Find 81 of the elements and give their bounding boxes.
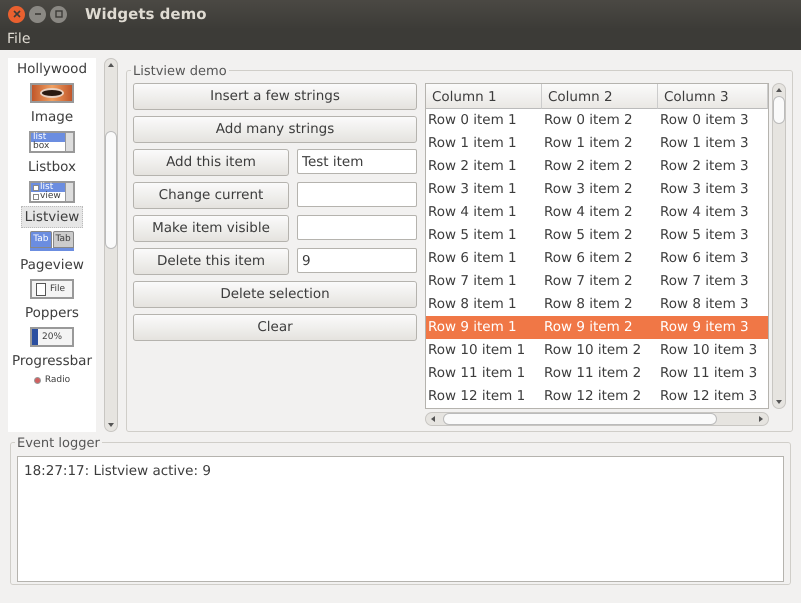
table-cell[interactable]: Row 10 item 3 xyxy=(658,339,768,362)
table-cell[interactable]: Row 6 item 2 xyxy=(542,247,658,270)
input-field[interactable] xyxy=(297,182,417,207)
eye-icon xyxy=(30,83,74,103)
table-cell[interactable]: Row 12 item 1 xyxy=(426,385,542,408)
scrollbar[interactable] xyxy=(772,83,786,409)
table-cell[interactable]: Row 8 item 3 xyxy=(658,293,768,316)
arrow-down-icon[interactable] xyxy=(107,421,115,429)
table-cell[interactable]: Row 11 item 1 xyxy=(426,362,542,385)
table-cell[interactable]: Row 4 item 3 xyxy=(658,201,768,224)
table-cell[interactable]: Row 8 item 1 xyxy=(426,293,542,316)
table-cell[interactable]: Row 4 item 1 xyxy=(426,201,542,224)
sidebar-item[interactable]: Listbox xyxy=(24,156,80,178)
table-cell[interactable]: Row 7 item 2 xyxy=(542,270,658,293)
arrow-right-icon[interactable] xyxy=(757,415,765,423)
scrollbar[interactable] xyxy=(104,58,118,432)
table-cell[interactable]: Row 0 item 1 xyxy=(426,109,542,132)
table-cell[interactable]: Row 0 item 3 xyxy=(658,109,768,132)
table-cell[interactable]: Row 2 item 1 xyxy=(426,155,542,178)
table-cell[interactable]: Row 10 item 2 xyxy=(542,339,658,362)
minimize-icon[interactable] xyxy=(29,6,46,22)
table-cell[interactable]: Row 5 item 3 xyxy=(658,224,768,247)
column-header[interactable]: Column 3 xyxy=(658,84,768,109)
scroll-thumb[interactable] xyxy=(105,131,117,249)
scroll-thumb[interactable] xyxy=(773,96,785,124)
scroll-thumb[interactable] xyxy=(443,413,717,425)
sidebar-item[interactable]: Pageview xyxy=(16,254,88,276)
listbox-icon: list box xyxy=(29,131,75,153)
action-button[interactable]: Make item visible xyxy=(133,215,289,242)
arrow-down-icon[interactable] xyxy=(775,398,783,406)
action-button[interactable]: Clear xyxy=(133,314,417,341)
table-cell[interactable]: Row 2 item 2 xyxy=(542,155,658,178)
input-field[interactable]: Test item xyxy=(297,149,417,174)
table-cell[interactable]: Row 11 item 3 xyxy=(658,362,768,385)
sidebar-item[interactable]: Listview xyxy=(20,206,84,228)
action-button[interactable]: Delete this item xyxy=(133,248,289,275)
table-cell[interactable]: Row 5 item 2 xyxy=(542,224,658,247)
table-cell[interactable]: Row 3 item 3 xyxy=(658,178,768,201)
table-cell[interactable]: Row 1 item 1 xyxy=(426,132,542,155)
action-button[interactable]: Delete selection xyxy=(133,281,417,308)
input-field[interactable]: 9 xyxy=(297,248,417,273)
table-cell[interactable]: Row 4 item 2 xyxy=(542,201,658,224)
arrow-up-icon[interactable] xyxy=(775,86,783,94)
close-icon[interactable] xyxy=(8,6,25,22)
table-cell[interactable]: Row 12 item 3 xyxy=(658,385,768,408)
window-title: Widgets demo xyxy=(85,4,207,25)
listview-icon: list view xyxy=(29,181,75,203)
table-cell[interactable]: Row 7 item 1 xyxy=(426,270,542,293)
table-cell[interactable]: Row 8 item 2 xyxy=(542,293,658,316)
progressbar-icon: 20% xyxy=(30,327,74,347)
input-field[interactable] xyxy=(297,215,417,240)
scrollbar[interactable] xyxy=(425,412,769,426)
table-cell[interactable]: Row 5 item 1 xyxy=(426,224,542,247)
sidebar-item[interactable]: Image xyxy=(26,106,78,128)
log-line: 18:27:17: Listview active: 9 xyxy=(24,462,212,481)
table-cell[interactable]: Row 11 item 2 xyxy=(542,362,658,385)
file-icon: File xyxy=(30,279,74,299)
maximize-icon[interactable] xyxy=(50,6,67,22)
column-header[interactable]: Column 2 xyxy=(542,84,658,109)
table-cell[interactable]: Row 7 item 3 xyxy=(658,270,768,293)
table-cell[interactable]: Row 6 item 1 xyxy=(426,247,542,270)
table-cell[interactable]: Row 1 item 3 xyxy=(658,132,768,155)
column-header[interactable]: Column 1 xyxy=(426,84,542,109)
action-button[interactable]: Insert a few strings xyxy=(133,83,417,110)
table-cell[interactable]: Row 12 item 2 xyxy=(542,385,658,408)
arrow-up-icon[interactable] xyxy=(107,61,115,69)
sidebar-item[interactable]: Poppers xyxy=(21,302,83,324)
action-button[interactable]: Add this item xyxy=(133,149,289,176)
table-cell[interactable]: Row 3 item 1 xyxy=(426,178,542,201)
table-cell[interactable]: Row 0 item 2 xyxy=(542,109,658,132)
table-cell[interactable]: Row 1 item 2 xyxy=(542,132,658,155)
table-cell[interactable]: Row 3 item 2 xyxy=(542,178,658,201)
arrow-left-icon[interactable] xyxy=(429,415,437,423)
sidebar-item[interactable]: Progressbar xyxy=(8,350,96,372)
sidebar-item[interactable]: Hollywood xyxy=(12,58,92,80)
action-button[interactable]: Change current xyxy=(133,182,289,209)
action-button[interactable]: Add many strings xyxy=(133,116,417,143)
table-cell[interactable]: Row 2 item 3 xyxy=(658,155,768,178)
table-cell[interactable]: Row 6 item 3 xyxy=(658,247,768,270)
menu-item[interactable]: File xyxy=(7,28,30,50)
table-cell[interactable]: Row 10 item 1 xyxy=(426,339,542,362)
